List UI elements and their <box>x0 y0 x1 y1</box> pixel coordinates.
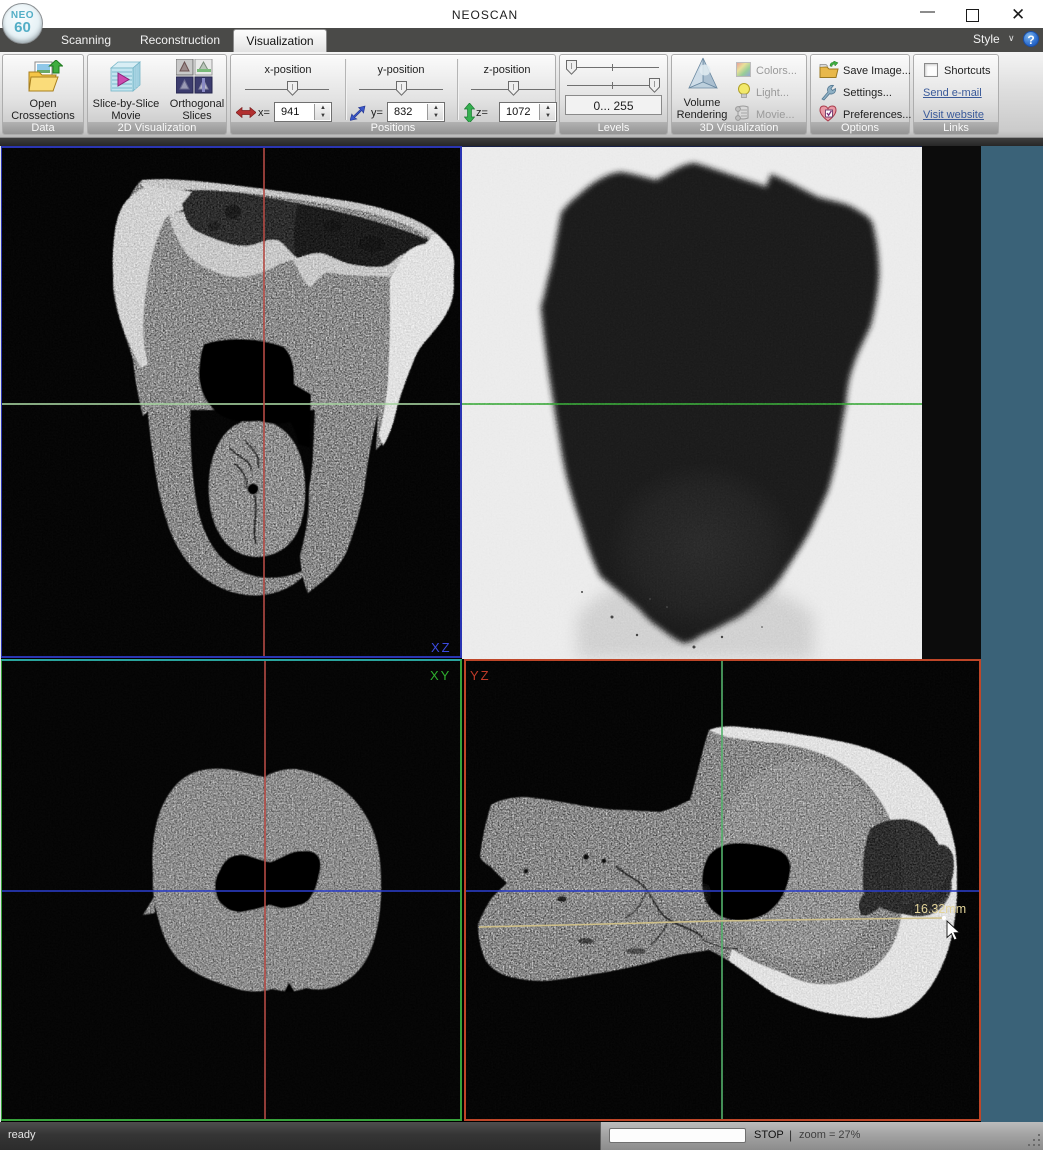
svg-text:16.32mm: 16.32mm <box>914 902 966 916</box>
svg-text:XZ: XZ <box>431 640 452 655</box>
svg-text:YZ: YZ <box>470 668 491 683</box>
svg-text:XY: XY <box>430 668 451 683</box>
